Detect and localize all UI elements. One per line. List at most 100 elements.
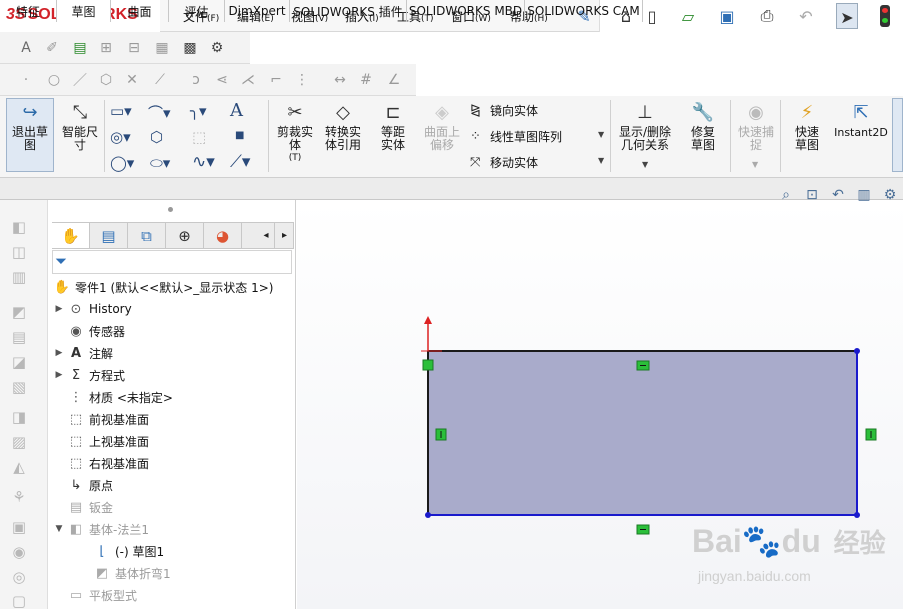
jog-icon[interactable]: ▤	[8, 328, 30, 346]
arc-icon[interactable]: ⌒▾	[148, 102, 171, 123]
hem-icon[interactable]: ◩	[8, 303, 30, 321]
print-icon[interactable]: ⎙	[756, 5, 778, 27]
show-relations-button[interactable]: ⊥ 显示/删除几何关系	[614, 100, 676, 152]
expand-arrow-icon[interactable]: ▶	[52, 304, 66, 314]
rapid-sketch-button[interactable]: ⚡ 快速草图	[784, 100, 830, 152]
tab-surfaces[interactable]: 曲面	[111, 0, 169, 22]
tab-features[interactable]: 特征	[0, 0, 57, 22]
text-tool-icon[interactable]: A	[230, 100, 243, 121]
convert-entities-button[interactable]: ◇ 转换实体引用	[320, 100, 366, 152]
panel-scroll-right-icon[interactable]: ▸	[276, 223, 293, 248]
flatten-icon[interactable]: ◭	[8, 458, 30, 476]
point-tool-icon[interactable]: ■	[235, 130, 244, 141]
sketch-vertex[interactable]	[854, 348, 860, 354]
tree-item-base-bend[interactable]: ◩ 基体折弯1	[78, 562, 171, 584]
shaded-sketch-button[interactable]	[892, 98, 903, 172]
trim-small-icon[interactable]: ✕	[122, 70, 142, 90]
feature-tree-tab-icon[interactable]: ✋	[52, 223, 90, 248]
panel-scroll-left-icon[interactable]: ◂	[258, 223, 275, 248]
tab-sketch[interactable]: 草图	[57, 0, 111, 22]
tree-item-annotations[interactable]: ▶ A 注解	[52, 342, 113, 364]
centerline-icon[interactable]: ⟋▾	[230, 152, 250, 172]
polygon-icon[interactable]: ⬡	[96, 70, 116, 90]
tree-item-material[interactable]: ⋮ 材质 <未指定>	[52, 386, 173, 408]
mirror-button[interactable]: ⧎ 镜向实体	[470, 102, 538, 119]
unfold-icon[interactable]: ◨	[8, 408, 30, 426]
repair-sketch-button[interactable]: 🔧 修复草图	[680, 100, 726, 152]
tab-cam[interactable]: SOLIDWORKS CAM	[525, 0, 643, 22]
snaps-dropdown-icon[interactable]: ▼	[752, 160, 758, 169]
sketch-vertex[interactable]	[425, 512, 431, 518]
point-icon[interactable]: ·	[16, 70, 36, 90]
construction-icon[interactable]: ⋮	[292, 70, 312, 90]
ellipse-icon[interactable]: ⬭▾	[150, 154, 170, 172]
tree-root[interactable]: ✋ 零件1 (默认<<默认>_显示状态 1>)	[52, 276, 274, 298]
panel-grip[interactable]	[168, 207, 173, 212]
coincident-relation-icon[interactable]	[422, 359, 434, 371]
cross-break-icon[interactable]: ▧	[8, 378, 30, 396]
relations-dropdown-icon[interactable]: ▼	[642, 160, 648, 169]
tab-addins[interactable]: SOLIDWORKS 插件	[290, 0, 407, 22]
new-document-icon[interactable]: ▯	[641, 5, 663, 27]
polygon-tool-icon[interactable]: ⬡	[150, 128, 163, 146]
offset-entities-button[interactable]: ⊏ 等距实体	[370, 100, 416, 152]
fillet-tool-icon[interactable]: ╮▾	[190, 102, 207, 120]
surface-offset-button[interactable]: ◈ 曲面上偏移	[420, 100, 464, 152]
hole-callout-icon[interactable]: ▩	[180, 38, 200, 58]
tree-item-sheetmetal[interactable]: ▤ 钣金	[52, 496, 113, 518]
offset-small-icon[interactable]: ⋌	[238, 70, 258, 90]
instant2d-button[interactable]: ⇱ Instant2D	[832, 100, 890, 139]
tree-item-history[interactable]: ▶ ⊙ History	[52, 298, 132, 320]
corner-icon[interactable]: ⌐	[266, 70, 286, 90]
base-flange-icon[interactable]: ◧	[8, 218, 30, 236]
tree-item-origin[interactable]: ↳ 原点	[52, 474, 113, 496]
move-entities-button[interactable]: ⤧ 移动实体	[470, 154, 538, 171]
tab-evaluate[interactable]: 评估	[169, 0, 225, 22]
expand-arrow-icon[interactable]: ▶	[52, 370, 66, 380]
grid-icon[interactable]: #	[356, 70, 376, 90]
fold-icon[interactable]: ▨	[8, 433, 30, 451]
auto-balloon-icon[interactable]: ▤	[70, 38, 90, 58]
undo-icon[interactable]: ↶	[795, 5, 817, 27]
tree-item-flat-pattern[interactable]: ▭ 平板型式	[52, 584, 137, 606]
convert-to-sheetmetal-icon[interactable]: ◉	[8, 543, 30, 561]
circle-tool-icon[interactable]: ◯▾	[110, 154, 134, 172]
circle-icon[interactable]: ○	[44, 70, 64, 90]
slot-icon[interactable]: ◎▾	[110, 128, 131, 146]
smart-dimension-button[interactable]: ⤡ 智能尺寸	[56, 100, 104, 152]
tree-item-sensors[interactable]: ◉ 传感器	[52, 320, 125, 342]
datum-icon[interactable]: ⊞	[96, 38, 116, 58]
configuration-tab-icon[interactable]: ⧉	[128, 223, 166, 248]
edge-flange-icon[interactable]: ◫	[8, 243, 30, 261]
welded-corner-icon[interactable]: ▢	[8, 592, 30, 610]
dimxpert-tab-icon[interactable]: ⊕	[166, 223, 204, 248]
quick-snaps-button[interactable]: ◉ 快速捕捉	[733, 100, 779, 152]
tab-mbd[interactable]: SOLIDWORKS MBD	[407, 0, 525, 22]
plane-icon[interactable]: ⬚	[192, 128, 206, 146]
fillet-icon[interactable]: ↄ	[186, 70, 206, 90]
tree-item-front-plane[interactable]: ⬚ 前视基准面	[52, 408, 149, 430]
chamfer-icon[interactable]: ⋖	[212, 70, 232, 90]
angle-icon[interactable]: ∠	[384, 70, 404, 90]
note-icon[interactable]: A	[16, 38, 36, 58]
save-icon[interactable]: ▣	[716, 5, 738, 27]
display-manager-tab-icon[interactable]: ◕	[204, 223, 242, 248]
no-bends-icon[interactable]: ⚘	[8, 488, 30, 506]
surface-finish-icon[interactable]: ⊟	[124, 38, 144, 58]
expand-arrow-icon[interactable]: ▶	[52, 348, 66, 358]
trim-button[interactable]: ✂ 剪裁实体 (T)	[272, 100, 318, 165]
tree-filter[interactable]	[52, 250, 292, 274]
open-icon[interactable]: ▱	[677, 5, 699, 27]
linear-pattern-button[interactable]: ⁘ 线性草图阵列	[470, 128, 562, 145]
move-dropdown-icon[interactable]: ▼	[598, 156, 604, 165]
miter-flange-icon[interactable]: ▥	[8, 268, 30, 286]
tree-item-sketch1[interactable]: ⌊ (-) 草图1	[78, 540, 164, 562]
weld-icon[interactable]: ▦	[152, 38, 172, 58]
rectangle-icon[interactable]: ▭▾	[110, 102, 132, 120]
balloon-icon[interactable]: ✐	[42, 38, 62, 58]
tree-item-right-plane[interactable]: ⬚ 右视基准面	[52, 452, 149, 474]
extend-icon[interactable]: ⟋	[150, 70, 170, 90]
dimension-icon[interactable]: ↔	[330, 70, 350, 90]
pattern-dropdown-icon[interactable]: ▼	[598, 130, 604, 139]
rip-icon[interactable]: ▣	[8, 518, 30, 536]
